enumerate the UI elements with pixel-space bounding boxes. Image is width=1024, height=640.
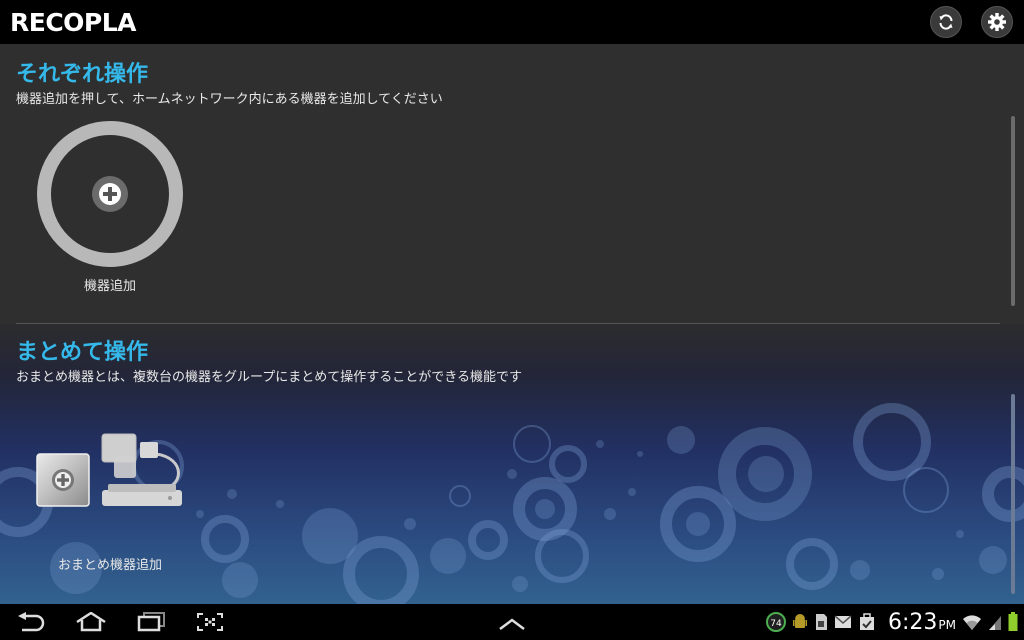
device-group-icon xyxy=(36,433,182,507)
download-complete-icon xyxy=(858,613,876,631)
action-bar: RECOPLA xyxy=(0,0,1024,44)
individual-operation-section: それぞれ操作 機器追加を押して、ホームネットワーク内にある機器を追加してください… xyxy=(0,44,1024,324)
mail-icon xyxy=(834,614,852,630)
add-group-label: おまとめ機器追加 xyxy=(57,558,162,573)
sync-icon xyxy=(939,14,953,30)
wifi-icon xyxy=(962,613,982,631)
gear-icon xyxy=(988,13,1006,31)
notification-badge-count: 74 xyxy=(770,619,782,629)
group-section-description: おまとめ機器とは、複数台の機器をグループにまとめて操作することができる機能です xyxy=(16,370,522,385)
screenshot-button[interactable] xyxy=(196,612,224,636)
home-button[interactable] xyxy=(74,611,108,636)
group-section-title: まとめて操作 xyxy=(16,340,149,365)
clock-time: 6:23 xyxy=(888,609,938,635)
system-navigation-bar: 74 6:23PM xyxy=(0,604,1024,640)
screenshot-icon xyxy=(197,613,223,631)
quick-panel-button[interactable] xyxy=(498,616,526,635)
individual-section-title: それぞれ操作 xyxy=(16,62,149,87)
chevron-up-icon xyxy=(499,618,525,630)
sync-button[interactable] xyxy=(930,6,962,38)
plus-icon xyxy=(99,183,121,205)
recent-apps-icon xyxy=(137,612,165,632)
clock-ampm: PM xyxy=(938,617,956,632)
recent-apps-button[interactable] xyxy=(136,612,166,636)
group-section-scrollbar[interactable] xyxy=(1011,394,1015,594)
section-scrollbar[interactable] xyxy=(1011,116,1015,306)
app-logo: RECOPLA xyxy=(10,7,137,37)
add-device-plus xyxy=(92,176,128,212)
back-icon xyxy=(18,612,45,632)
back-button[interactable] xyxy=(14,612,48,636)
battery-icon xyxy=(1008,612,1018,632)
signal-icon xyxy=(988,613,1002,631)
notification-badge-icon: 74 xyxy=(766,612,786,632)
sd-card-icon xyxy=(814,613,828,631)
add-device-button[interactable] xyxy=(37,121,183,267)
group-operation-section: まとめて操作 おまとめ機器とは、複数台の機器をグループにまとめて操作することがで… xyxy=(0,324,1024,604)
add-group-button[interactable] xyxy=(36,428,186,518)
status-clock: 6:23PM xyxy=(888,610,956,635)
individual-section-description: 機器追加を押して、ホームネットワーク内にある機器を追加してください xyxy=(16,92,443,107)
status-area: 74 6:23PM xyxy=(766,604,1018,640)
add-device-label: 機器追加 xyxy=(83,279,136,294)
settings-button[interactable] xyxy=(981,6,1013,38)
android-debug-icon xyxy=(792,613,808,631)
home-icon xyxy=(76,611,106,632)
